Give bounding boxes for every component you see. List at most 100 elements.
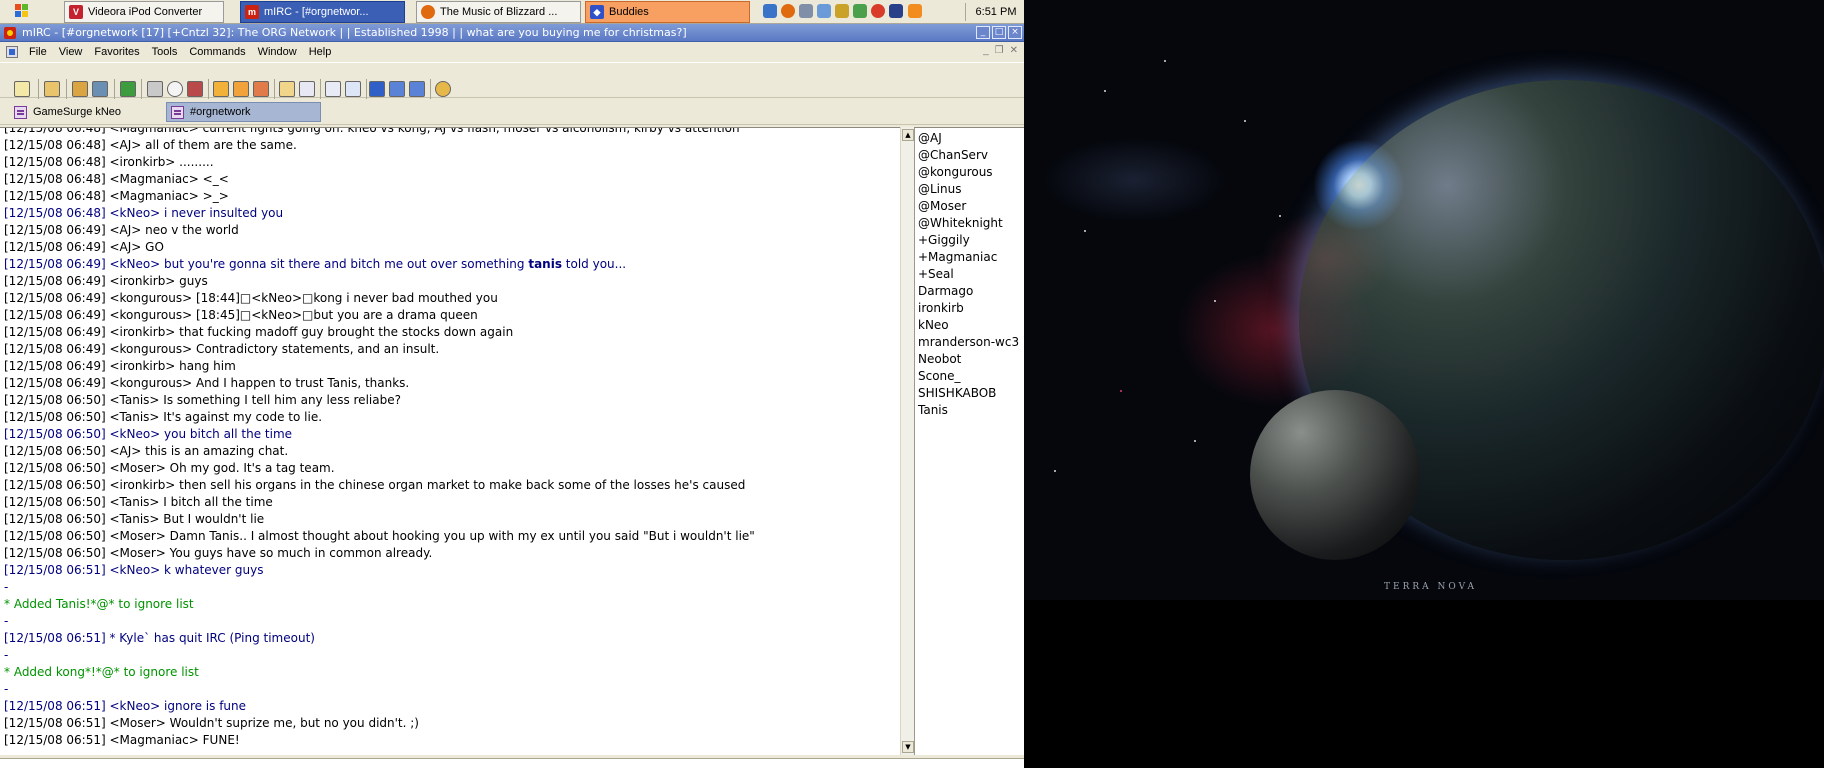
options-icon[interactable]: [44, 81, 60, 97]
chat-lines: [12/15/08 06:48] <Magmaniac> current fig…: [4, 127, 900, 749]
menu-tools[interactable]: Tools: [147, 46, 185, 58]
buddies-icon: ◆: [590, 5, 604, 19]
aliases-icon[interactable]: [213, 81, 229, 97]
message-input[interactable]: [0, 758, 1024, 768]
toolbar: [0, 62, 1024, 99]
desktop-wallpaper: TERRA NOVA: [1024, 0, 1824, 600]
chat-line: -: [4, 648, 9, 662]
tile-horizontal-icon[interactable]: [389, 81, 405, 97]
nick-list-item[interactable]: +Magmaniac: [918, 249, 1019, 266]
colors-icon[interactable]: [187, 81, 203, 97]
tile-vertical-icon[interactable]: [409, 81, 425, 97]
chat-line: [12/15/08 06:48] <ironkirb> .........: [4, 155, 214, 169]
chat-line: [12/15/08 06:50] <Tanis> But I wouldn't …: [4, 512, 265, 526]
chat-scrollbar[interactable]: ▲ ▼: [900, 127, 914, 755]
nick-list-item[interactable]: @AJ: [918, 130, 1019, 147]
chat-line: [12/15/08 06:48] <AJ> all of them are th…: [4, 138, 297, 152]
chat-log[interactable]: [12/15/08 06:48] <Magmaniac> current fig…: [0, 127, 900, 755]
chat-line: [12/15/08 06:49] <ironkirb> that fucking…: [4, 325, 514, 339]
minimize-button[interactable]: _: [976, 26, 990, 39]
chat-line: [12/15/08 06:50] <Tanis> Is something I …: [4, 393, 401, 407]
nick-list[interactable]: @AJ @ChanServ @kongurous @Linus @Moser @White…: [914, 127, 1024, 755]
nick-list-item[interactable]: kNeo: [918, 317, 1019, 334]
server-list-icon[interactable]: [92, 81, 108, 97]
quicklaunch-itunes-icon[interactable]: [817, 4, 831, 18]
nick-list-item[interactable]: ironkirb: [918, 300, 1019, 317]
menu-file[interactable]: File: [24, 46, 54, 58]
scroll-down-icon[interactable]: ▼: [902, 741, 914, 753]
quicklaunch-chrome-icon[interactable]: [871, 4, 885, 18]
urls-list-icon[interactable]: [299, 81, 315, 97]
mdi-channel-icon[interactable]: [6, 46, 18, 58]
maximize-button[interactable]: □: [992, 26, 1006, 39]
nick-list-item[interactable]: @ChanServ: [918, 147, 1019, 164]
switchbar-tab-gamesurge[interactable]: GameSurge kNeo: [10, 102, 160, 122]
chat-line: [12/15/08 06:51] <kNeo> k whatever guys: [4, 563, 264, 577]
chat-line: -: [4, 682, 9, 696]
quicklaunch-notepad-icon[interactable]: [799, 4, 813, 18]
switchbar: GameSurge kNeo #orgnetwork: [0, 99, 1024, 125]
taskbar-task-mirc[interactable]: m mIRC - [#orgnetwor...: [240, 1, 405, 23]
channels-folder-icon[interactable]: [72, 81, 88, 97]
mdi-minimize-icon[interactable]: _: [983, 45, 989, 56]
close-button[interactable]: ×: [1008, 26, 1022, 39]
connect-icon[interactable]: [14, 81, 30, 97]
taskbar-task-videora[interactable]: V Videora iPod Converter: [64, 1, 224, 23]
chat-line: [12/15/08 06:48] <kNeo> i never insulted…: [4, 206, 284, 220]
log-viewer-icon[interactable]: [325, 81, 341, 97]
nick-list-item[interactable]: @Linus: [918, 181, 1019, 198]
chat-line: [12/15/08 06:49] <kongurous> And I happe…: [4, 376, 410, 390]
nick-list-item[interactable]: Tanis: [918, 402, 1019, 419]
chat-line: [12/15/08 06:48] <Magmaniac> current fig…: [4, 127, 740, 135]
vlc-icon[interactable]: [908, 4, 922, 18]
mdi-close-icon[interactable]: ✕: [1010, 45, 1018, 56]
nick-list-item[interactable]: Scone_: [918, 368, 1019, 385]
nick-list-item[interactable]: @Moser: [918, 198, 1019, 215]
nick-list-item[interactable]: @kongurous: [918, 164, 1019, 181]
menu-window[interactable]: Window: [253, 46, 304, 58]
nick-list-item[interactable]: +Giggily: [918, 232, 1019, 249]
address-book-icon[interactable]: [120, 81, 136, 97]
chat-line: [12/15/08 06:50] <Moser> Oh my god. It's…: [4, 461, 335, 475]
nick-list-item[interactable]: @Whiteknight: [918, 215, 1019, 232]
nick-list-item[interactable]: SHISHKABOB: [918, 385, 1019, 402]
dcc-icon[interactable]: [345, 81, 361, 97]
taskbar-task-firefox[interactable]: The Music of Blizzard ...: [416, 1, 581, 23]
window-titlebar: mIRC - [#orgnetwork [17] [+Cntzl 32]: Th…: [0, 24, 1024, 42]
timer-icon[interactable]: [167, 81, 183, 97]
nick-list-item[interactable]: Neobot: [918, 351, 1019, 368]
switchbar-tab-orgnetwork[interactable]: #orgnetwork: [166, 102, 321, 122]
chat-line: [12/15/08 06:48] <Magmaniac> <_<: [4, 172, 229, 186]
notify-list-icon[interactable]: [279, 81, 295, 97]
windows-start-icon[interactable]: [15, 4, 29, 18]
wallpaper-star: [1279, 215, 1281, 217]
quicklaunch-pencil-icon[interactable]: [835, 4, 849, 18]
menu-help[interactable]: Help: [304, 46, 339, 58]
remote-icon[interactable]: [253, 81, 269, 97]
scroll-up-icon[interactable]: ▲: [902, 129, 914, 141]
about-icon[interactable]: [435, 81, 451, 97]
received-files-icon[interactable]: [147, 81, 163, 97]
channel-window-icon: [171, 105, 184, 119]
chat-line: [12/15/08 06:50] <ironkirb> then sell hi…: [4, 478, 746, 492]
taskbar-task-buddies[interactable]: ◆ Buddies: [585, 1, 750, 23]
nick-list-item[interactable]: Darmago: [918, 283, 1019, 300]
chat-line: * Added kong*!*@* to ignore list: [4, 665, 199, 679]
quicklaunch-browser-icon[interactable]: [763, 4, 777, 18]
menu-view[interactable]: View: [54, 46, 90, 58]
quicklaunch-firefox-icon[interactable]: [781, 4, 795, 18]
mirc-app-icon: [4, 26, 16, 39]
mdi-restore-icon[interactable]: ❐: [995, 45, 1004, 56]
cascade-windows-icon[interactable]: [369, 81, 385, 97]
nick-list-items: @AJ @ChanServ @kongurous @Linus @Moser @White…: [918, 130, 1019, 419]
wallpaper-caption: TERRA NOVA: [1384, 582, 1477, 592]
menu-commands[interactable]: Commands: [184, 46, 252, 58]
chat-line: [12/15/08 06:49] <AJ> GO: [4, 240, 164, 254]
nick-list-item[interactable]: mranderson-wc3: [918, 334, 1019, 351]
popups-icon[interactable]: [233, 81, 249, 97]
nick-list-item[interactable]: +Seal: [918, 266, 1019, 283]
quicklaunch-photoshop-icon[interactable]: [889, 4, 903, 18]
chat-line: [12/15/08 06:49] <AJ> neo v the world: [4, 223, 239, 237]
quicklaunch-globe-icon[interactable]: [853, 4, 867, 18]
menu-favorites[interactable]: Favorites: [89, 46, 146, 58]
